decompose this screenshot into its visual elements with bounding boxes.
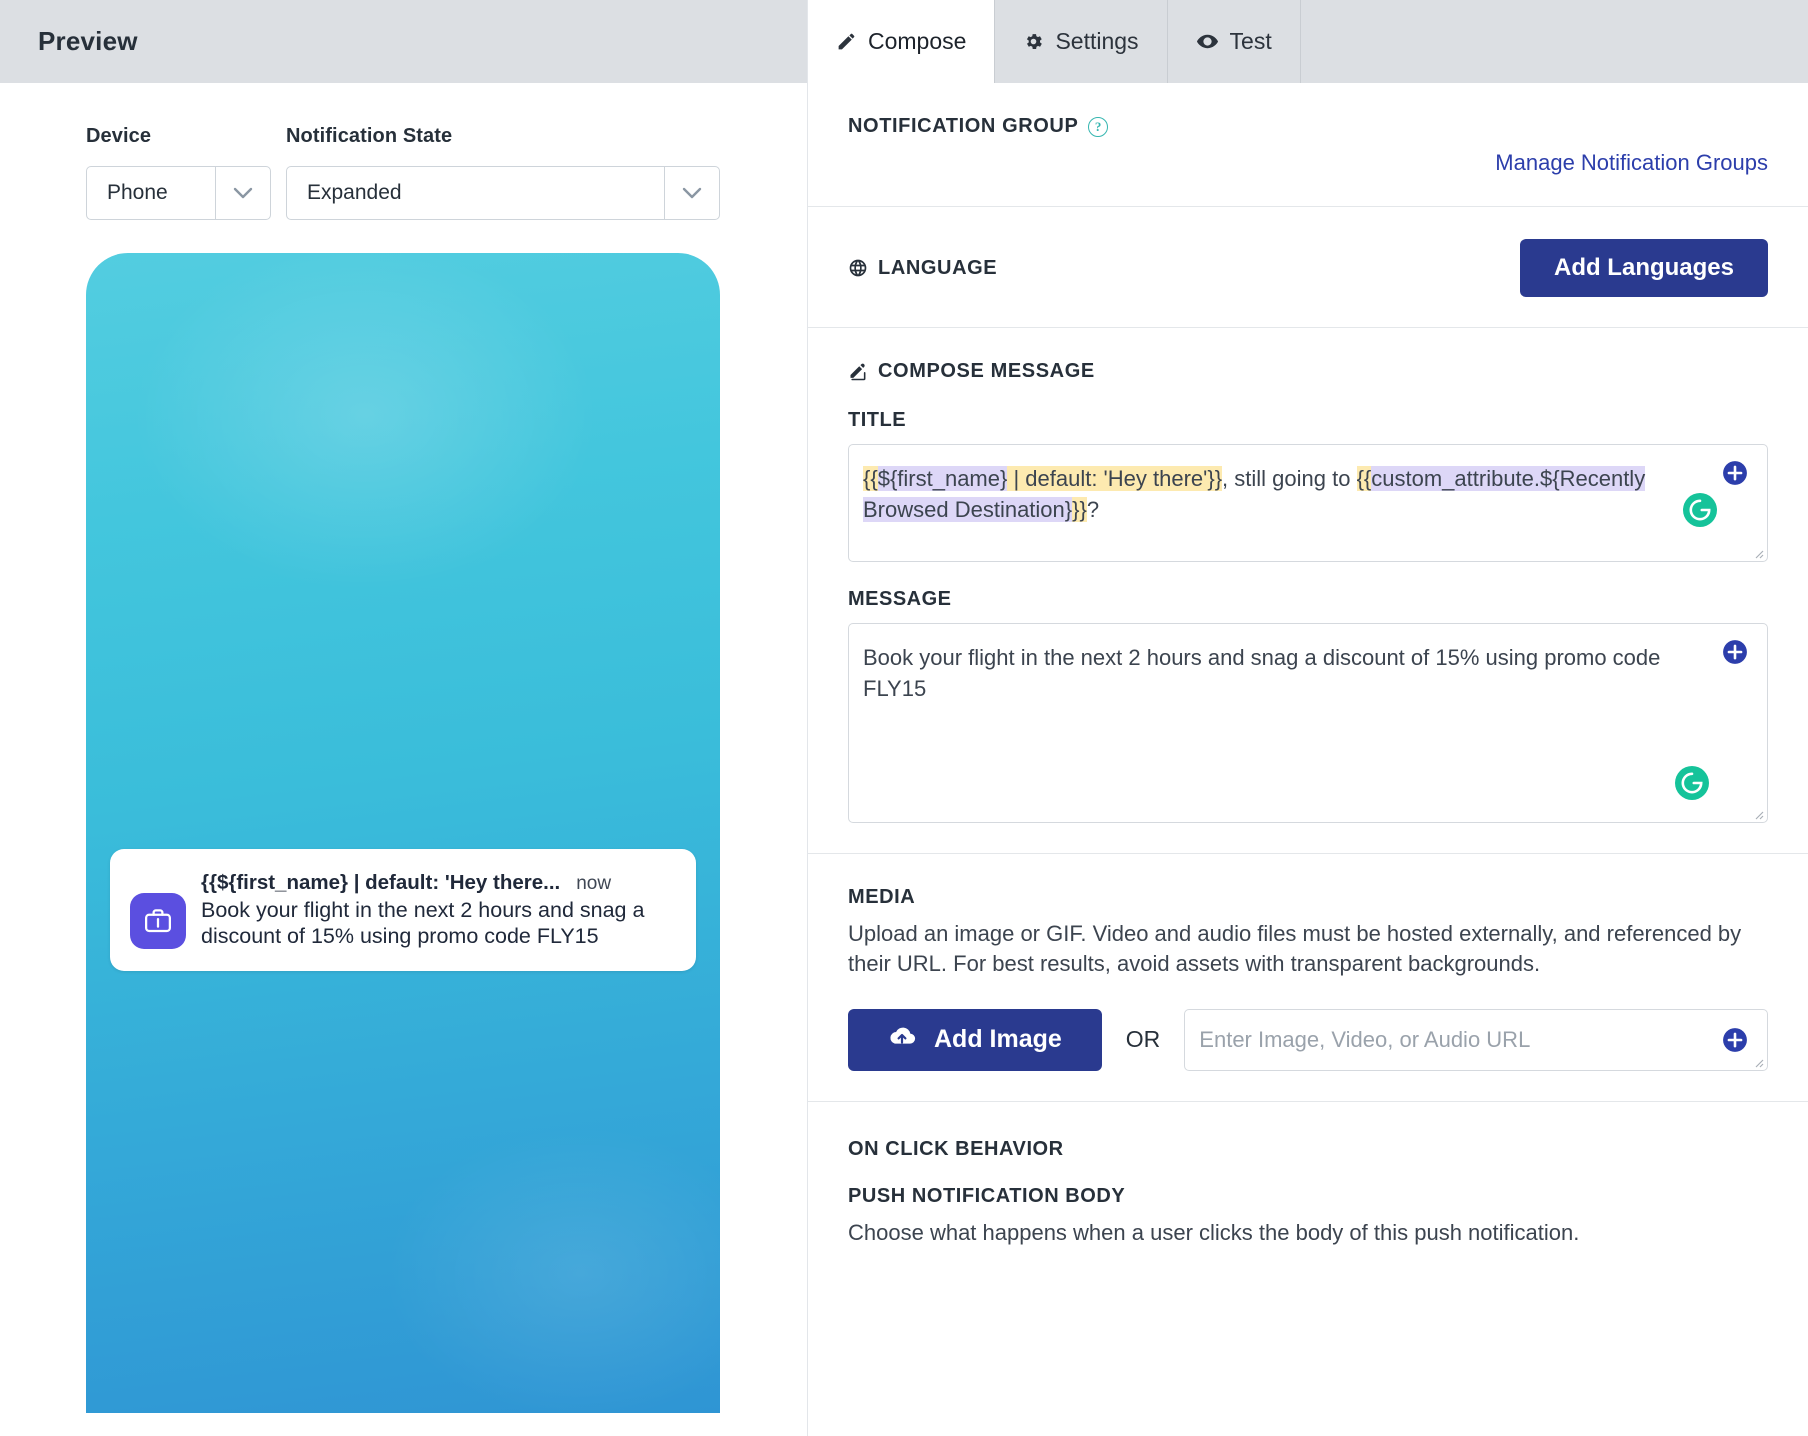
media-url-resize-handle[interactable] — [1752, 1055, 1764, 1068]
page-title: Preview — [38, 26, 138, 56]
briefcase-icon — [130, 893, 186, 949]
title-input[interactable]: {{${first_name} | default: 'Hey there'}}… — [848, 444, 1768, 562]
title-segment: }} — [1072, 497, 1087, 523]
message-resize-handle[interactable] — [1752, 807, 1764, 820]
language-heading-text: LANGUAGE — [878, 256, 998, 279]
notification-group-heading: NOTIFICATION GROUP ? — [848, 115, 1768, 138]
preview-selectors: Device Phone Notification State Expanded — [86, 125, 807, 220]
push-composer-screen: Preview Device Phone Notification State — [0, 0, 1808, 1436]
or-label: OR — [1125, 1026, 1161, 1053]
media-url-input[interactable] — [1184, 1008, 1768, 1071]
notification-state-label: Notification State — [286, 125, 453, 147]
tab-settings-label: Settings — [1055, 28, 1139, 54]
device-select-value: Phone — [107, 181, 168, 204]
tab-compose-label: Compose — [868, 28, 967, 54]
language-heading: LANGUAGE — [848, 257, 997, 280]
manage-notification-groups-link[interactable]: Manage Notification Groups — [848, 150, 1768, 176]
chevron-down-icon — [665, 187, 719, 199]
chevron-down-icon — [216, 187, 270, 199]
push-notification-body-description: Choose what happens when a user clicks t… — [848, 1219, 1580, 1245]
eye-icon — [1196, 30, 1219, 53]
notification-group-heading-text: NOTIFICATION GROUP — [848, 115, 1079, 137]
notification-timestamp: now — [576, 873, 612, 894]
editor-pane: Compose Settings Test NOTIFICATION GROUP — [808, 0, 1808, 1436]
question-mark-icon[interactable]: ? — [1088, 116, 1109, 137]
editor-scroll-area: NOTIFICATION GROUP ? Manage Notification… — [808, 83, 1808, 1246]
on-click-behavior-section: ON CLICK BEHAVIOR — [808, 1102, 1808, 1171]
notification-state-selector-block: Notification State Expanded — [286, 125, 720, 220]
plus-circle-icon[interactable] — [1722, 460, 1748, 486]
tab-test[interactable]: Test — [1168, 0, 1301, 83]
title-segment: {{ — [863, 466, 878, 491]
plus-circle-icon[interactable] — [1722, 1027, 1748, 1053]
title-segment: | default: 'Hey there'}} — [1007, 466, 1223, 491]
preview-header: Preview — [0, 0, 807, 83]
push-notification-body-section: PUSH NOTIFICATION BODY Choose what happe… — [808, 1171, 1808, 1246]
tab-test-label: Test — [1229, 28, 1272, 54]
compose-pencil-icon — [848, 362, 868, 382]
notification-group-section: NOTIFICATION GROUP ? Manage Notification… — [808, 83, 1808, 207]
title-segment: , still going to — [1222, 466, 1357, 491]
device-selector-block: Device Phone — [86, 125, 271, 220]
language-row: LANGUAGE Add Languages — [848, 239, 1768, 297]
compose-message-heading-text: COMPOSE MESSAGE — [878, 360, 1095, 382]
message-field-label: MESSAGE — [848, 588, 952, 610]
tab-compose[interactable]: Compose — [808, 0, 996, 83]
notification-text: {{${first_name} | default: 'Hey there...… — [201, 871, 676, 949]
tab-settings[interactable]: Settings — [995, 0, 1168, 83]
push-notification-body-heading: PUSH NOTIFICATION BODY — [848, 1184, 1126, 1207]
notification-title: {{${first_name} | default: 'Hey there... — [201, 871, 561, 894]
notification-state-select[interactable]: Expanded — [286, 166, 720, 220]
compose-message-heading: COMPOSE MESSAGE — [848, 360, 1768, 383]
language-section: LANGUAGE Add Languages — [808, 207, 1808, 328]
media-section: MEDIA Upload an image or GIF. Video and … — [808, 854, 1808, 1102]
add-image-button-label: Add Image — [934, 1025, 1062, 1054]
title-input-wrap: {{${first_name} | default: 'Hey there'}}… — [848, 444, 1768, 562]
message-input[interactable]: Book your flight in the next 2 hours and… — [848, 623, 1768, 823]
tab-bar: Compose Settings Test — [808, 0, 1808, 83]
add-languages-button[interactable]: Add Languages — [1519, 239, 1768, 297]
notification-preview-card[interactable]: {{${first_name} | default: 'Hey there...… — [110, 849, 696, 972]
title-resize-handle[interactable] — [1752, 546, 1764, 559]
pencil-icon — [836, 31, 857, 52]
title-segment: ? — [1086, 497, 1100, 523]
on-click-behavior-heading: ON CLICK BEHAVIOR — [848, 1137, 1064, 1160]
title-segment: ${first_name} — [877, 466, 1008, 491]
device-label: Device — [86, 125, 152, 147]
add-image-button[interactable]: Add Image — [848, 1008, 1102, 1071]
title-segment: {{ — [1356, 466, 1372, 491]
cloud-upload-icon — [888, 1024, 916, 1055]
device-select[interactable]: Phone — [86, 166, 271, 220]
preview-body: Device Phone Notification State Expanded — [0, 83, 807, 1413]
plus-circle-icon[interactable] — [1722, 639, 1748, 665]
media-description: Upload an image or GIF. Video and audio … — [848, 921, 1742, 976]
notification-body: Book your flight in the next 2 hours and… — [201, 898, 645, 948]
globe-icon — [848, 258, 868, 278]
notification-title-row: {{${first_name} | default: 'Hey there...… — [201, 871, 676, 895]
grammarly-icon[interactable] — [1682, 492, 1718, 528]
title-field-label: TITLE — [848, 409, 907, 431]
preview-pane: Preview Device Phone Notification State — [0, 0, 808, 1436]
gear-icon — [1023, 31, 1044, 52]
message-input-wrap: Book your flight in the next 2 hours and… — [848, 623, 1768, 823]
compose-message-section: COMPOSE MESSAGE TITLE {{${first_name} | … — [808, 328, 1808, 854]
media-url-input-wrap — [1184, 1008, 1768, 1071]
grammarly-icon[interactable] — [1674, 765, 1710, 801]
notification-state-select-value: Expanded — [307, 181, 402, 204]
phone-mockup: {{${first_name} | default: 'Hey there...… — [86, 253, 720, 1413]
media-controls-row: Add Image OR — [848, 1008, 1768, 1071]
media-heading: MEDIA — [848, 886, 916, 908]
